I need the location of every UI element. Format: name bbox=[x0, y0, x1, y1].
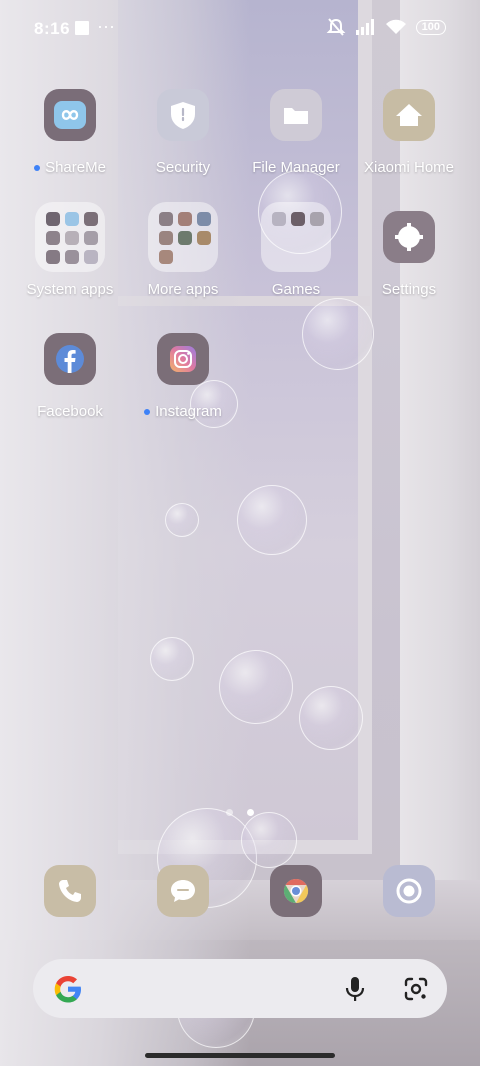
folder-label: More apps bbox=[147, 281, 219, 298]
dock-chrome[interactable] bbox=[270, 865, 322, 917]
phone-icon bbox=[59, 880, 81, 902]
camera-icon bbox=[396, 878, 422, 904]
bubble bbox=[219, 650, 293, 724]
google-lens-icon[interactable] bbox=[403, 976, 429, 1002]
xiaomi-home-app-icon bbox=[383, 89, 435, 141]
google-logo-icon[interactable] bbox=[51, 972, 85, 1006]
more-notifications-icon: ··· bbox=[97, 16, 115, 36]
gear-icon bbox=[395, 223, 423, 251]
status-time: 8:16 bbox=[34, 19, 71, 38]
bubble bbox=[299, 686, 363, 750]
app-label: Facebook bbox=[37, 403, 103, 420]
folder-grid-icon bbox=[148, 202, 218, 272]
page-dot[interactable] bbox=[226, 809, 233, 816]
bubble bbox=[237, 485, 307, 555]
microphone-icon[interactable] bbox=[343, 975, 367, 1003]
message-icon bbox=[171, 880, 195, 902]
bubble bbox=[150, 637, 194, 681]
signal-icon bbox=[355, 19, 374, 35]
folder-games[interactable]: Games bbox=[240, 202, 352, 298]
battery-icon: 100 bbox=[415, 19, 446, 35]
folder-grid-icon bbox=[35, 202, 105, 272]
bubble bbox=[241, 812, 297, 868]
dock-messages[interactable] bbox=[157, 865, 209, 917]
wifi-icon bbox=[385, 19, 406, 34]
folder-label: System apps bbox=[26, 281, 114, 298]
new-install-dot bbox=[34, 164, 41, 171]
app-label: ShareMe bbox=[45, 159, 106, 176]
shareme-app-icon bbox=[44, 89, 96, 141]
facebook-app-icon bbox=[44, 333, 96, 385]
status-bar: 8:16 ··· 100 bbox=[0, 0, 480, 58]
google-search-bar[interactable] bbox=[33, 959, 447, 1018]
app-label: File Manager bbox=[252, 159, 340, 176]
chrome-icon bbox=[283, 879, 309, 903]
instagram-app-icon bbox=[157, 333, 209, 385]
app-label: Xiaomi Home bbox=[363, 159, 455, 176]
file-manager-app-icon bbox=[270, 89, 322, 141]
facebook-icon bbox=[56, 345, 84, 373]
app-xiaomi-home[interactable]: Xiaomi Home bbox=[353, 89, 465, 176]
folder-icon bbox=[284, 108, 308, 124]
security-app-icon bbox=[157, 89, 209, 141]
app-instagram[interactable]: Instagram bbox=[127, 333, 239, 420]
app-shareme[interactable]: ShareMe bbox=[14, 89, 126, 176]
app-settings[interactable]: Settings bbox=[353, 211, 465, 298]
dock-phone[interactable] bbox=[44, 865, 96, 917]
folder-label: Games bbox=[271, 281, 321, 298]
app-file-manager[interactable]: File Manager bbox=[240, 89, 352, 176]
instagram-icon bbox=[170, 346, 196, 372]
bubble bbox=[302, 298, 374, 370]
infinity-icon bbox=[54, 101, 86, 129]
folder-more-apps[interactable]: More apps bbox=[127, 202, 239, 298]
settings-app-icon bbox=[383, 211, 435, 263]
app-facebook[interactable]: Facebook bbox=[14, 333, 126, 420]
folder-system-apps[interactable]: System apps bbox=[14, 202, 126, 298]
page-dot-current[interactable] bbox=[247, 809, 254, 816]
shield-icon bbox=[171, 102, 195, 129]
folder-grid-icon bbox=[261, 202, 331, 272]
app-label: Security bbox=[155, 159, 211, 176]
house-icon bbox=[396, 104, 422, 126]
mute-icon bbox=[326, 18, 346, 36]
notification-square-icon bbox=[75, 21, 89, 35]
bubble bbox=[165, 503, 199, 537]
gesture-bar[interactable] bbox=[145, 1053, 335, 1058]
new-install-dot bbox=[144, 408, 151, 415]
app-label: Settings bbox=[381, 281, 437, 298]
app-label: Instagram bbox=[155, 403, 222, 420]
app-security[interactable]: Security bbox=[127, 89, 239, 176]
page-indicator bbox=[226, 809, 254, 816]
dock-camera[interactable] bbox=[383, 865, 435, 917]
